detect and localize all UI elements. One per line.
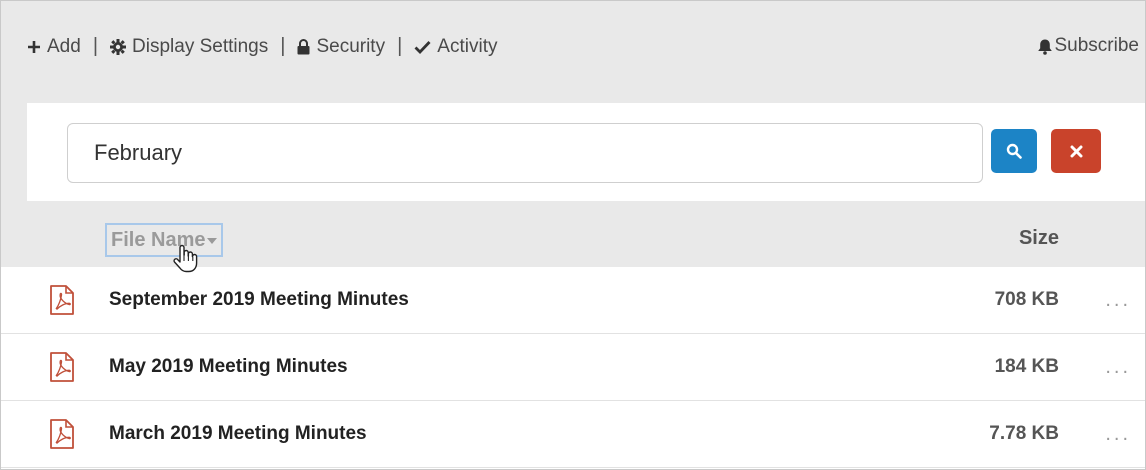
file-size: 184 KB xyxy=(994,356,1059,377)
gear-icon xyxy=(110,38,127,55)
file-row[interactable]: May 2019 Meeting Minutes 184 KB ... xyxy=(1,334,1145,401)
sort-caret-icon xyxy=(207,238,218,244)
search-input[interactable] xyxy=(67,123,983,183)
file-name[interactable]: March 2019 Meeting Minutes xyxy=(109,423,367,445)
pdf-file-icon xyxy=(50,352,74,382)
file-row[interactable]: September 2019 Meeting Minutes 708 KB ..… xyxy=(1,267,1145,334)
file-size: 7.78 KB xyxy=(989,423,1059,444)
separator: | xyxy=(280,35,286,57)
file-name[interactable]: May 2019 Meeting Minutes xyxy=(109,356,348,378)
add-label: Add xyxy=(47,35,81,57)
separator: | xyxy=(92,35,99,57)
subscribe-button[interactable]: Subscribe xyxy=(1037,35,1140,57)
activity-label: Activity xyxy=(437,35,498,57)
add-button[interactable]: Add xyxy=(27,36,81,58)
check-icon xyxy=(414,40,431,54)
bell-icon xyxy=(1037,39,1052,55)
plus-icon xyxy=(28,40,40,53)
file-size: 708 KB xyxy=(994,289,1059,310)
security-button[interactable]: Security xyxy=(297,36,385,58)
file-name[interactable]: September 2019 Meeting Minutes xyxy=(109,289,409,311)
document-library: Add | Display Settings | Security | Acti… xyxy=(0,0,1146,470)
pdf-file-icon xyxy=(50,419,74,449)
search-icon xyxy=(1006,143,1022,159)
activity-button[interactable]: Activity xyxy=(414,36,497,58)
close-icon xyxy=(1070,145,1082,157)
display-settings-label: Display Settings xyxy=(132,35,269,57)
search-panel xyxy=(27,103,1145,201)
more-options-button[interactable]: ... xyxy=(1105,356,1131,379)
pdf-file-icon xyxy=(50,285,74,315)
more-options-button[interactable]: ... xyxy=(1105,289,1131,312)
clear-search-button[interactable] xyxy=(1051,129,1101,173)
search-button[interactable] xyxy=(991,129,1037,173)
lock-icon xyxy=(297,38,310,54)
column-header: File Name Size xyxy=(1,201,1145,273)
toolbar: Add | Display Settings | Security | Acti… xyxy=(1,1,1145,273)
toolbar-actions: Add | Display Settings | Security | Acti… xyxy=(27,35,497,58)
subscribe-label: Subscribe xyxy=(1054,35,1140,56)
size-header-label: Size xyxy=(1018,227,1059,249)
file-list: September 2019 Meeting Minutes 708 KB ..… xyxy=(1,267,1145,468)
display-settings-button[interactable]: Display Settings xyxy=(110,36,268,58)
separator: | xyxy=(397,35,403,57)
file-row[interactable]: March 2019 Meeting Minutes 7.78 KB ... xyxy=(1,401,1145,468)
security-label: Security xyxy=(316,35,386,57)
more-options-button[interactable]: ... xyxy=(1105,423,1131,446)
file-name-sort-header[interactable]: File Name xyxy=(105,223,224,257)
